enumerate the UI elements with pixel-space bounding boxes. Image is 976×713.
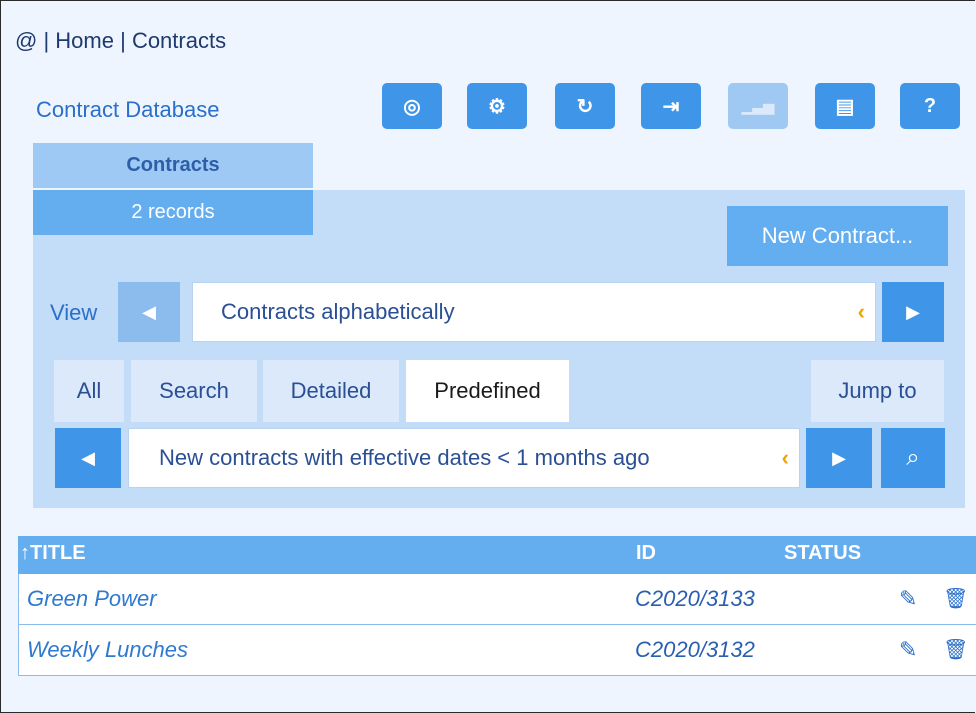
edit-icon[interactable]: ✎: [899, 637, 917, 663]
tab-all[interactable]: All: [54, 360, 124, 422]
edit-icon[interactable]: ✎: [899, 586, 917, 612]
print-button[interactable]: ▤: [815, 83, 875, 129]
arrow-right-icon: ▶: [832, 447, 846, 468]
breadcrumb-current: Contracts: [131, 28, 227, 53]
arrow-right-icon: ▶: [906, 301, 920, 322]
breadcrumb-separator: |: [113, 28, 132, 53]
settings-button[interactable]: ⚙: [467, 83, 527, 129]
arrow-left-icon: ◀: [142, 301, 156, 322]
page-title: Contract Database: [36, 97, 220, 122]
column-header-id[interactable]: ID: [636, 542, 656, 565]
export-icon: ⇥: [662, 95, 680, 118]
breadcrumb: @ | Home | Contracts: [15, 28, 226, 54]
filter-select-value: New contracts with effective dates < 1 m…: [159, 445, 650, 470]
row-title-link[interactable]: Weekly Lunches: [27, 637, 188, 663]
row-title-link[interactable]: Green Power: [27, 586, 157, 612]
breadcrumb-home[interactable]: Home: [55, 28, 114, 54]
contracts-table: ↑TITLE ID STATUS Green Power C2020/3133 …: [18, 536, 976, 676]
table-body: Green Power C2020/3133 ✎ 🗑 Weekly Lunche…: [18, 574, 976, 676]
predefined-filter-select[interactable]: New contracts with effective dates < 1 m…: [128, 428, 800, 488]
export-button[interactable]: ⇥: [641, 83, 701, 129]
breadcrumb-root[interactable]: @: [15, 28, 37, 54]
row-id: C2020/3133: [635, 586, 755, 611]
tab-detailed[interactable]: Detailed: [263, 360, 399, 422]
row-id: C2020/3132: [635, 637, 755, 662]
column-header-title[interactable]: ↑TITLE: [20, 542, 86, 565]
search-icon: ⌕: [906, 444, 920, 471]
column-header-status[interactable]: STATUS: [784, 542, 861, 565]
table-row: Green Power C2020/3133 ✎ 🗑: [19, 574, 976, 625]
tab-predefined[interactable]: Predefined: [406, 360, 569, 422]
arrow-left-icon: ◀: [81, 447, 95, 468]
filter-prev-button[interactable]: ◀: [55, 428, 121, 488]
new-contract-button[interactable]: New Contract...: [727, 206, 948, 266]
jump-to-button[interactable]: Jump to: [811, 360, 944, 422]
tab-search[interactable]: Search: [131, 360, 257, 422]
view-select[interactable]: Contracts alphabetically ‹: [192, 282, 876, 342]
chart-icon: ▁▃▅: [741, 97, 775, 114]
view-prev-button[interactable]: ◀: [118, 282, 180, 342]
help-button[interactable]: ?: [900, 83, 960, 129]
print-icon: ▤: [835, 95, 855, 118]
refresh-icon: ↻: [576, 95, 594, 118]
filter-search-button[interactable]: ⌕: [881, 428, 945, 488]
breadcrumb-separator: |: [37, 28, 56, 53]
refresh-button[interactable]: ↻: [555, 83, 615, 129]
delete-icon[interactable]: 🗑: [943, 637, 968, 662]
delete-icon[interactable]: 🗑: [943, 586, 968, 611]
table-row: Weekly Lunches C2020/3132 ✎ 🗑: [19, 625, 976, 676]
record-count: 2 records: [33, 190, 313, 235]
filter-next-button[interactable]: ▶: [806, 428, 872, 488]
view-next-button[interactable]: ▶: [882, 282, 944, 342]
chart-button: ▁▃▅: [728, 83, 788, 129]
help-icon: ?: [923, 94, 937, 117]
view-select-value: Contracts alphabetically: [221, 299, 455, 324]
chevron-left-icon: ‹: [857, 299, 865, 324]
settings-icon: ⚙: [488, 95, 506, 118]
fingerprint-button[interactable]: ◎: [382, 83, 442, 129]
table-header: ↑TITLE ID STATUS: [18, 536, 976, 574]
fingerprint-icon: ◎: [403, 95, 421, 118]
view-label: View: [50, 300, 98, 325]
tab-contracts[interactable]: Contracts: [33, 143, 313, 188]
chevron-left-icon: ‹: [781, 445, 789, 470]
